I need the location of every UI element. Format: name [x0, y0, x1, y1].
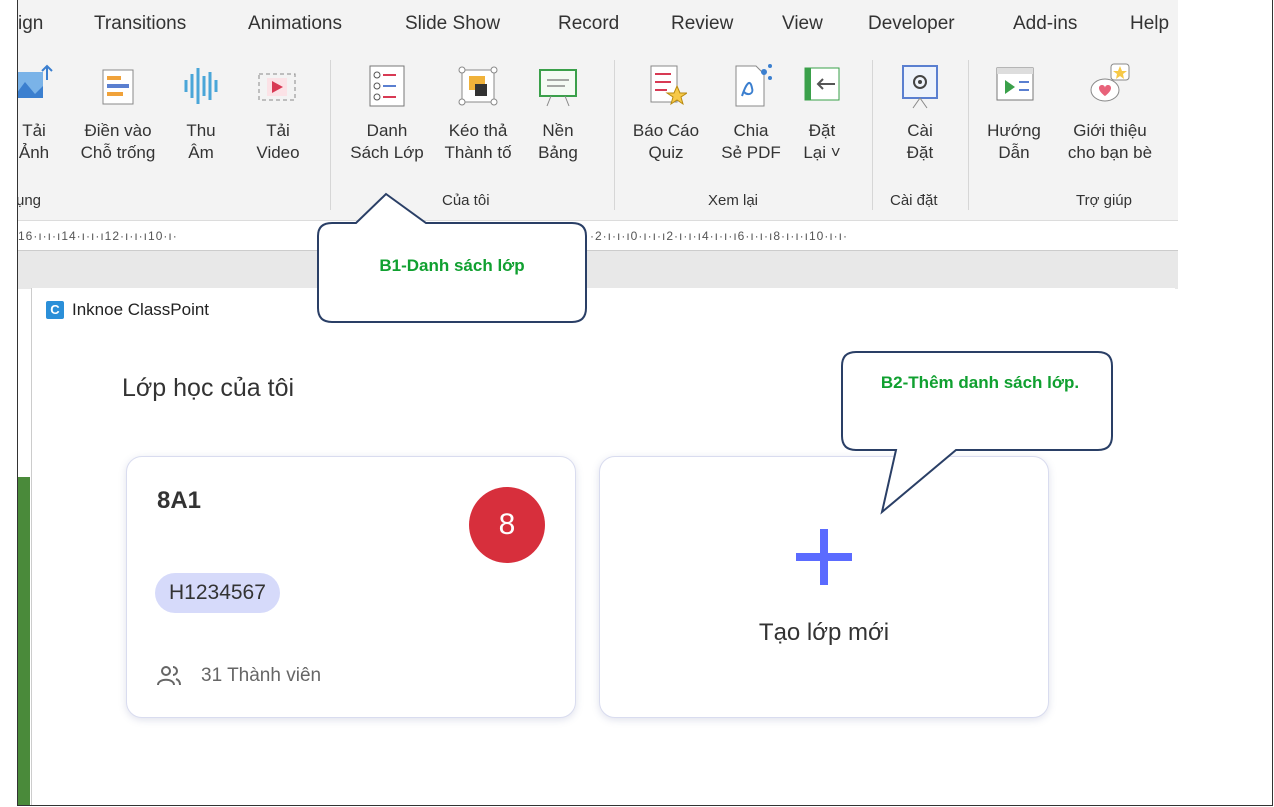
tutorial-icon	[996, 67, 1034, 101]
class-count-badge: 8	[469, 487, 545, 563]
plus-icon	[796, 529, 852, 585]
whiteboard-icon	[539, 69, 577, 107]
ribbon-separator	[872, 60, 873, 210]
share-pdf-icon	[735, 64, 772, 107]
callout-b2-text: B2-Thêm danh sách lớp.	[880, 373, 1080, 392]
drag-drop-button[interactable]: Kéo thả Thành tố	[438, 62, 518, 164]
button-label-line1: Tải	[266, 121, 290, 140]
classpoint-logo-icon: C	[46, 301, 64, 319]
button-label-line1: Kéo thả	[448, 121, 508, 140]
class-members: 31 Thành viên	[157, 665, 321, 687]
button-label-line2: Dẫn	[998, 143, 1030, 162]
fill-blank-icon	[102, 69, 134, 105]
video-upload-icon	[258, 73, 296, 101]
button-label-line2: Sẻ PDF	[721, 143, 781, 162]
tab-transitions[interactable]: Transitions	[94, 13, 186, 35]
tab-design[interactable]: ign	[18, 13, 43, 35]
tab-developer[interactable]: Developer	[868, 13, 955, 35]
button-label-line2: Thành tố	[444, 143, 512, 162]
quiz-report-button[interactable]: Báo Cáo Quiz	[624, 62, 708, 164]
upload-video-button[interactable]: Tải Video	[248, 62, 308, 164]
button-label-line2: Đặt	[906, 143, 934, 162]
button-label-line2: Bảng	[538, 143, 578, 162]
class-name: 8A1	[157, 487, 202, 514]
button-label-line1: Hướng	[987, 121, 1041, 140]
tab-animations[interactable]: Animations	[248, 13, 342, 35]
record-audio-button[interactable]: Thu Âm	[178, 62, 224, 164]
button-label-line2: Sách Lớp	[350, 143, 424, 162]
fill-in-blank-button[interactable]: Điền vào Chỗ trống	[72, 62, 164, 164]
group-label-help: Trợ giúp	[1076, 192, 1132, 209]
button-label-line2: Âm	[188, 143, 214, 162]
button-label-line1: Báo Cáo	[632, 121, 700, 140]
button-label-line1: Điền vào	[84, 121, 152, 140]
tab-view[interactable]: View	[782, 13, 823, 35]
class-list-button[interactable]: Danh Sách Lớp	[346, 62, 428, 164]
whiteboard-button[interactable]: Nền Bảng	[528, 62, 588, 164]
button-label-line1: Nền	[542, 121, 574, 140]
ribbon-separator	[614, 60, 615, 210]
ribbon-separator	[330, 60, 331, 210]
image-upload-icon	[18, 64, 53, 98]
group-label-review: Xem lại	[708, 192, 759, 209]
button-label-line2: Ảnh	[18, 143, 50, 162]
button-label-line1: Danh	[366, 121, 408, 140]
tab-help[interactable]: Help	[1130, 13, 1169, 35]
ruler-right-scale: ·2·ı·ı·ı0·ı·ı·ı2·ı·ı·ı4·ı·ı·ı6·ı·ı·ı8·ı·…	[590, 229, 848, 243]
reset-icon	[804, 67, 840, 101]
ribbon-separator	[968, 60, 969, 210]
tutorial-button[interactable]: Hướng Dẫn	[984, 62, 1044, 164]
class-code-chip[interactable]: H1234567	[155, 573, 280, 613]
group-label-insert: ụng	[17, 192, 42, 209]
callout-b1-text: B1-Danh sách lớp	[379, 256, 525, 275]
button-label-line1: Thu	[186, 121, 216, 140]
button-label-line2: Video	[256, 143, 300, 162]
ruler: 16·ı·ı·ı14·ı·ı·ı12·ı·ı·ı10·ı· ·2·ı·ı·ı0·…	[18, 222, 1178, 251]
tab-add-ins[interactable]: Add-ins	[1013, 13, 1077, 35]
refer-friend-button[interactable]: Giới thiệu cho bạn bè	[1060, 62, 1160, 164]
upload-image-button[interactable]: Tải Ảnh	[18, 62, 58, 164]
button-label-line2: Quiz	[648, 143, 684, 162]
group-label-settings: Cài đặt	[890, 192, 938, 209]
ribbon: Tải Ảnh Điền vào Chỗ trống Thu Âm Tải Vi…	[18, 54, 1178, 221]
dialog-title-bar: C Inknoe ClassPoint	[46, 300, 209, 320]
button-label-line1: Giới thiệu	[1073, 121, 1147, 140]
class-list-icon	[369, 65, 405, 107]
tab-slide-show[interactable]: Slide Show	[405, 13, 500, 35]
audio-wave-icon	[184, 68, 218, 104]
menu-bar: ign Transitions Animations Slide Show Re…	[18, 0, 1178, 54]
slide-canvas-background	[18, 251, 1178, 289]
button-label-line2: cho bạn bè	[1067, 143, 1153, 162]
settings-button[interactable]: Cài Đặt	[890, 62, 950, 164]
quiz-report-icon	[650, 65, 687, 106]
dialog-title: Inknoe ClassPoint	[72, 300, 210, 319]
settings-icon	[902, 65, 938, 109]
member-count: 31 Thành viên	[201, 665, 322, 686]
members-icon	[157, 666, 181, 686]
button-label-line1: Tải	[22, 121, 46, 140]
drag-drop-icon	[458, 66, 498, 106]
button-label-line1: Đặt	[808, 121, 836, 140]
button-label-line1: Cài	[907, 121, 933, 140]
ruler-left-scale: 16·ı·ı·ı14·ı·ı·ı12·ı·ı·ı10·ı·	[18, 229, 178, 243]
reset-button[interactable]: Đặt Lại ˅	[792, 62, 852, 164]
class-card-8a1[interactable]: 8A1 8 H1234567 31 Thành viên	[126, 456, 576, 718]
button-label-line2: Lại ˅	[803, 143, 841, 162]
refer-friend-icon	[1090, 63, 1130, 102]
page-title: Lớp học của tôi	[122, 374, 295, 402]
tab-review[interactable]: Review	[671, 13, 733, 35]
create-class-label: Tạo lớp mới	[758, 619, 890, 646]
tab-record[interactable]: Record	[558, 13, 619, 35]
share-pdf-button[interactable]: Chia Sẻ PDF	[718, 62, 784, 164]
button-label-line2: Chỗ trống	[80, 143, 156, 162]
button-label-line1: Chia	[733, 121, 769, 140]
slide-thumbnail-edge	[18, 477, 30, 805]
